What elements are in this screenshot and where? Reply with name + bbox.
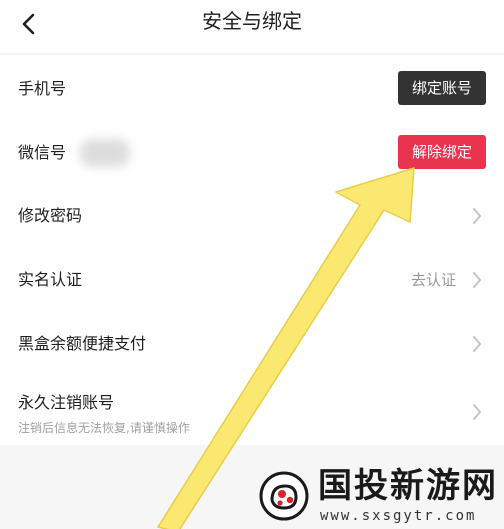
chevron-right-icon bbox=[473, 404, 481, 420]
watermark-title: 国投新游网 bbox=[318, 466, 498, 506]
header-divider bbox=[0, 53, 504, 55]
row-realname[interactable]: 实名认证 去认证 bbox=[0, 248, 504, 312]
row-quick-pay[interactable]: 黑盒余额便捷支付 bbox=[0, 312, 504, 376]
watermark: 国投新游网 www.sxsgytr.com bbox=[258, 466, 498, 526]
phone-label: 手机号 bbox=[18, 79, 67, 98]
blurred-account-name bbox=[80, 139, 130, 167]
nav-bar: 安全与绑定 bbox=[0, 0, 504, 48]
row-delete-account[interactable]: 永久注销账号 注销后信息无法恢复,请谨慎操作 bbox=[0, 378, 504, 442]
page-title: 安全与绑定 bbox=[202, 9, 302, 33]
change-password-label: 修改密码 bbox=[18, 206, 83, 225]
bind-account-button[interactable]: 绑定账号 bbox=[397, 71, 486, 105]
delete-account-hint: 注销后信息无法恢复,请谨慎操作 bbox=[18, 421, 190, 435]
chevron-right-icon bbox=[473, 208, 481, 224]
unbind-button[interactable]: 解除绑定 bbox=[397, 135, 486, 169]
watermark-logo-icon bbox=[259, 471, 309, 521]
watermark-url: www.sxsgytr.com bbox=[320, 508, 477, 524]
row-wechat: 微信号 解除绑定 bbox=[0, 120, 504, 184]
quick-pay-label: 黑盒余额便捷支付 bbox=[18, 334, 147, 353]
chevron-right-icon bbox=[473, 336, 481, 352]
realname-status: 去认证 bbox=[410, 271, 456, 289]
row-change-password[interactable]: 修改密码 bbox=[0, 184, 504, 248]
row-phone: 手机号 绑定账号 bbox=[0, 56, 504, 120]
delete-account-label: 永久注销账号 bbox=[18, 393, 115, 412]
wechat-label: 微信号 bbox=[18, 143, 67, 162]
realname-label: 实名认证 bbox=[18, 270, 83, 289]
chevron-right-icon bbox=[473, 272, 481, 288]
